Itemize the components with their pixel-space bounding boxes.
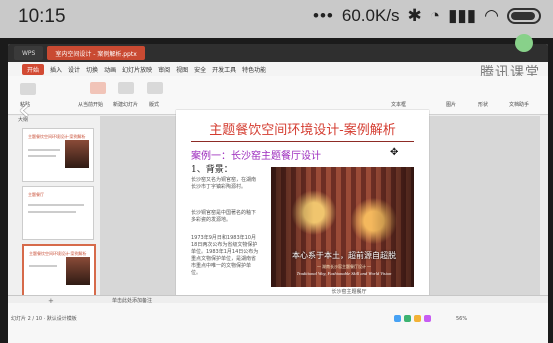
photo-slogan: 本心系于本土，超前源自超脱	[292, 251, 396, 260]
restaurant-photo: 本心系于本土，超前源自超脱 一 湖南长沙窑主题餐厅设计 一 Traditiona…	[271, 167, 414, 287]
case-title: 案例一：长沙窑主题餐厅设计	[191, 151, 321, 162]
textbox-label: 文本框	[391, 102, 407, 108]
menu-security[interactable]: 安全	[194, 65, 206, 74]
menu-slideshow[interactable]: 幻灯片放映	[122, 65, 152, 74]
menu-transition[interactable]: 切换	[86, 65, 98, 74]
floating-app-icon[interactable]	[515, 34, 533, 52]
wps-home-tab[interactable]: WPS	[14, 46, 44, 60]
status-time: 10:15	[18, 6, 66, 27]
background-paragraph-2: 长沙铜官窑是中国著名的釉下多彩瓷的发源地。	[191, 210, 257, 223]
bottom-status-bar: 幻灯片 2 / 10 · 默认设计模板 56%	[8, 303, 548, 343]
thumbnail-line	[29, 265, 57, 267]
new-slide-button[interactable]	[118, 82, 134, 94]
doc-helper-label: 文档助手	[509, 102, 530, 108]
battery-icon	[507, 8, 541, 24]
thumbnail-line	[28, 155, 56, 157]
toolbar-icon[interactable]	[414, 315, 421, 322]
mouse-cursor-icon: ✥	[390, 147, 399, 158]
status-icons: ••• 60.0K/s ✱ ◔ ▮▮▮ ◠	[313, 6, 541, 26]
background-heading: 1、背景：	[191, 165, 233, 175]
slide-thumbnail-2[interactable]: 主题餐厅	[22, 186, 94, 240]
thumbnail-title: 主题餐饮空间环境设计-案例解析	[29, 251, 87, 256]
outline-header: 大纲	[18, 117, 29, 123]
title-rule	[191, 141, 414, 142]
toolbar-icon[interactable]	[394, 315, 401, 322]
menu-start[interactable]: 开始	[22, 63, 45, 75]
menu-review[interactable]: 审阅	[158, 65, 170, 74]
app-titlebar: WPS 室内空间设计 - 案例解析.pptx	[8, 44, 548, 62]
slide-title: 主题餐饮空间环境设计-案例解析	[209, 123, 396, 138]
slide-thumbnail-3[interactable]: 主题餐饮空间环境设计-案例解析	[22, 244, 96, 300]
menu-view[interactable]: 视图	[176, 65, 188, 74]
wifi-icon: ◠	[484, 6, 499, 25]
photo-subslogan: 一 湖南长沙窑主题餐厅设计 一	[317, 264, 371, 269]
thumbnail-line	[28, 149, 60, 151]
slide-status: 幻灯片 2 / 10 · 默认设计模板	[11, 316, 77, 322]
from-current-button[interactable]	[90, 82, 106, 94]
background-paragraph-1: 长沙窑又名为铜官窑，在湖南长沙市丁字镇彩陶源村。	[191, 177, 257, 190]
menu-animation[interactable]: 动画	[104, 65, 116, 74]
picture-label: 图片	[446, 102, 457, 108]
network-speed: 60.0K/s	[341, 6, 400, 25]
signal-icon: ▮▮▮	[448, 6, 477, 25]
layout-button[interactable]	[147, 82, 163, 94]
bluetooth-icon: ✱	[407, 6, 422, 25]
document-tab[interactable]: 室内空间设计 - 案例解析.pptx	[47, 46, 145, 60]
toolbar-icon[interactable]	[424, 315, 431, 322]
menu-developer[interactable]: 开发工具	[212, 65, 236, 74]
slide-thumbnail-1[interactable]: 主题餐饮空间环境设计-案例解析	[22, 128, 94, 182]
background-paragraph-3: 1973年9月日和1983年10月18日两次公布为省级文物保护单位。1983年1…	[191, 235, 259, 276]
thumbnail-line	[28, 204, 84, 206]
alarm-icon: ◔	[429, 6, 441, 25]
photo-caption: 长沙窑主题餐厅	[331, 289, 367, 295]
current-slide[interactable]: 主题餐饮空间环境设计-案例解析 案例一：长沙窑主题餐厅设计 1、背景： 长沙窑又…	[176, 110, 429, 300]
thumbnail-line	[28, 211, 76, 213]
more-dots-icon: •••	[313, 6, 334, 25]
menu-insert[interactable]: 插入	[50, 65, 62, 74]
thumbnail-image	[66, 257, 90, 285]
thumbnail-image	[65, 140, 89, 168]
layout-label: 版式	[149, 102, 160, 108]
toolbar-icon[interactable]	[404, 315, 411, 322]
zoom-level: 56%	[456, 316, 468, 322]
photo-english: Traditional Way, Fashionable Skill and W…	[296, 271, 392, 276]
from-current-label: 从当前开始	[78, 102, 104, 108]
shape-label: 形状	[478, 102, 489, 108]
menu-design[interactable]: 设计	[68, 65, 80, 74]
thumbnail-title: 主题餐厅	[28, 192, 44, 197]
status-bar: 10:15 ••• 60.0K/s ✱ ◔ ▮▮▮ ◠	[0, 0, 553, 38]
thumbnail-title: 主题餐饮空间环境设计-案例解析	[28, 134, 86, 139]
menu-bar: 开始 插入 设计 切换 动画 幻灯片放映 审阅 视图 安全 开发工具 特色功能	[8, 62, 548, 76]
menu-special[interactable]: 特色功能	[242, 65, 266, 74]
new-slide-label: 新建幻灯片	[113, 102, 139, 108]
